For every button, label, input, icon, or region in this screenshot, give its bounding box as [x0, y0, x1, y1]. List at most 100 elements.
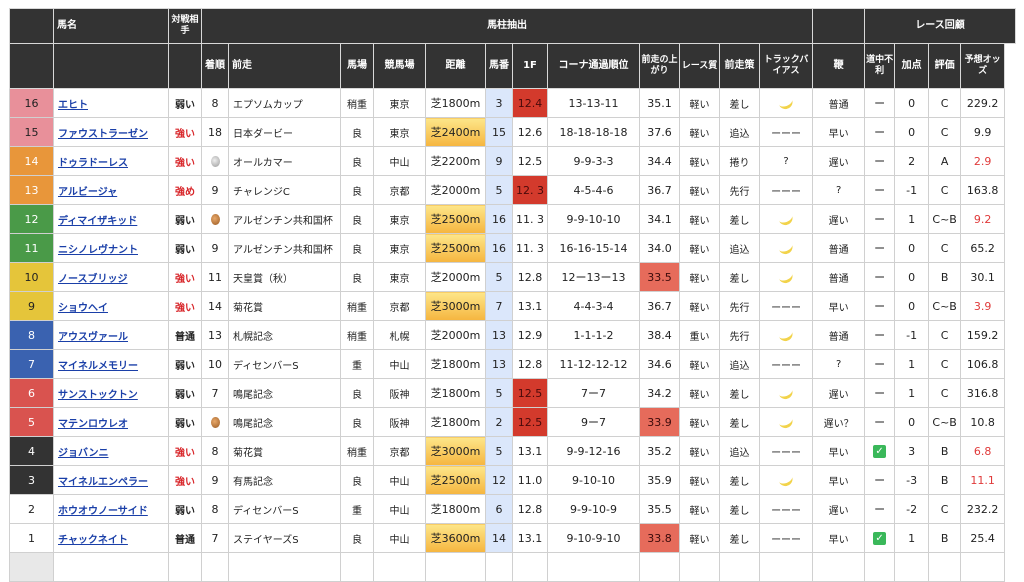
prev-race: チャレンジC — [228, 175, 341, 205]
venue: 東京 — [373, 262, 426, 292]
header-blank-2 — [9, 43, 54, 89]
header-blank-4 — [168, 43, 202, 89]
banana-icon — [777, 269, 795, 286]
rating: B — [928, 523, 962, 553]
finish-medal — [201, 146, 229, 176]
venue: 東京 — [373, 204, 426, 234]
corner-order: 9-10-9-10 — [547, 523, 640, 553]
horse-number: 13 — [9, 175, 54, 205]
first-furlong: 12.5 — [512, 407, 548, 437]
finish-position: 18 — [201, 117, 229, 147]
gate-number: 13 — [485, 320, 513, 350]
finish-position: 10 — [201, 349, 229, 379]
bonus-points: 1 — [894, 204, 930, 234]
horse-name-link[interactable]: アルビージャ — [53, 175, 169, 205]
last-3f: 33.5 — [639, 262, 680, 292]
horse-name-link[interactable]: ノースブリッジ — [53, 262, 169, 292]
corner-order: 4-4-3-4 — [547, 291, 640, 321]
gate-number: 7 — [485, 291, 513, 321]
opponent-strength: 普通 — [168, 320, 202, 350]
header-odds: 予想オッズ — [960, 43, 1006, 89]
race-level: 軽い — [679, 465, 720, 495]
table-row: 13 アルビージャ 強め 9 チャレンジC 良京都 芝2000m 5 12. 3 4-5-4-6 3… — [9, 175, 1016, 205]
distance: 芝2000m — [425, 262, 486, 292]
first-furlong: 13.1 — [512, 523, 548, 553]
check-icon: ✓ — [873, 531, 887, 545]
running-style: 先行 — [719, 320, 760, 350]
bonus-points: 1 — [894, 378, 930, 408]
track-going: 稍重 — [340, 320, 374, 350]
header-pace: 鞭 — [812, 43, 866, 89]
horse-name-link[interactable]: アウスヴァール — [53, 320, 169, 350]
finish-medal — [201, 204, 229, 234]
rating: B — [928, 436, 962, 466]
track-bias: ーーー — [758, 291, 814, 321]
bonus-points: -1 — [894, 175, 930, 205]
check-icon: ✓ — [873, 444, 887, 458]
table-row: 3 マイネルエンペラー 強い 9 有馬記念良中山 芝2500m 12 11.0 9-10-10 3… — [9, 465, 1016, 495]
predicted-odds: 2.9 — [960, 146, 1006, 176]
prev-race: アルゼンチン共和国杯 — [228, 204, 341, 234]
horse-name-link[interactable]: マイネルエンペラー — [53, 465, 169, 495]
track-bias — [758, 320, 814, 350]
predicted-odds: 65.2 — [960, 233, 1006, 263]
horse-name-link[interactable]: ドゥラドーレス — [53, 146, 169, 176]
opponent-strength: 強い — [168, 465, 202, 495]
trouble: ー — [864, 117, 896, 147]
track-bias: ーーー — [758, 117, 814, 147]
horse-name-link[interactable]: ファウストラーゼン — [53, 117, 169, 147]
opponent-strength: 弱い — [168, 349, 202, 379]
venue: 札幌 — [373, 320, 426, 350]
track-going: 良 — [340, 146, 374, 176]
horse-name-link[interactable]: チャックネイト — [53, 523, 169, 553]
race-level: 重い — [679, 320, 720, 350]
predicted-odds: 163.8 — [960, 175, 1006, 205]
bronze-medal-icon — [210, 417, 220, 428]
race-level: 軽い — [679, 262, 720, 292]
first-furlong: 12.8 — [512, 262, 548, 292]
horse-name-link[interactable]: エヒト — [53, 88, 169, 118]
table-row: 1 チャックネイト 普通 7 ステイヤーズS 良中山 芝3600m 14 13.1 9-10-9-… — [9, 523, 1016, 553]
header-rating: 評価 — [928, 43, 962, 89]
horse-name-link[interactable]: ニシノレヴナント — [53, 233, 169, 263]
horse-number: 5 — [9, 407, 54, 437]
horse-number: 2 — [9, 494, 54, 524]
rating: C — [928, 494, 962, 524]
predicted-odds: 232.2 — [960, 494, 1006, 524]
track-bias — [758, 407, 814, 437]
distance: 芝1800m — [425, 349, 486, 379]
pace: 遅い — [812, 146, 866, 176]
gate-number: 15 — [485, 117, 513, 147]
race-level: 軽い — [679, 88, 720, 118]
race-level: 軽い — [679, 378, 720, 408]
rating: C — [928, 320, 962, 350]
track-bias — [758, 204, 814, 234]
rating: C — [928, 117, 962, 147]
race-table: 馬名 対戦相手 馬柱抽出 レース回顧 着順 前走 馬場 競馬場 距離 馬番 1F… — [9, 8, 1016, 582]
horse-name-link[interactable]: ジョバンニ — [53, 436, 169, 466]
horse-name-link[interactable]: ホウオウノーサイド — [53, 494, 169, 524]
table-row: 6 サンストックトン 弱い 7 鳴尾記念良阪神 芝1800m 5 12.5 7ー7 34.2 軽い差… — [9, 378, 1016, 408]
horse-name-link[interactable]: ショウヘイ — [53, 291, 169, 321]
horse-name-link[interactable]: ディマイザキッド — [53, 204, 169, 234]
race-level: 軽い — [679, 407, 720, 437]
bonus-points: 0 — [894, 291, 930, 321]
track-bias — [758, 233, 814, 263]
horse-name-link[interactable]: サンストックトン — [53, 378, 169, 408]
distance: 芝1800m — [425, 88, 486, 118]
gate-number: 5 — [485, 262, 513, 292]
gate-number: 5 — [485, 378, 513, 408]
first-furlong: 11. 3 — [512, 233, 548, 263]
pace: 早い — [812, 523, 866, 553]
header-race-review: レース回顧 — [864, 8, 1016, 44]
track-going: 良 — [340, 523, 374, 553]
distance: 芝3000m — [425, 291, 486, 321]
bonus-points: 0 — [894, 117, 930, 147]
horse-name-link[interactable]: マテンロウレオ — [53, 407, 169, 437]
horse-name-link[interactable]: マイネルメモリー — [53, 349, 169, 379]
first-furlong: 12.5 — [512, 378, 548, 408]
pace: ? — [812, 349, 866, 379]
corner-order: 13-13-11 — [547, 88, 640, 118]
predicted-odds: 9.2 — [960, 204, 1006, 234]
pace: 早い — [812, 117, 866, 147]
